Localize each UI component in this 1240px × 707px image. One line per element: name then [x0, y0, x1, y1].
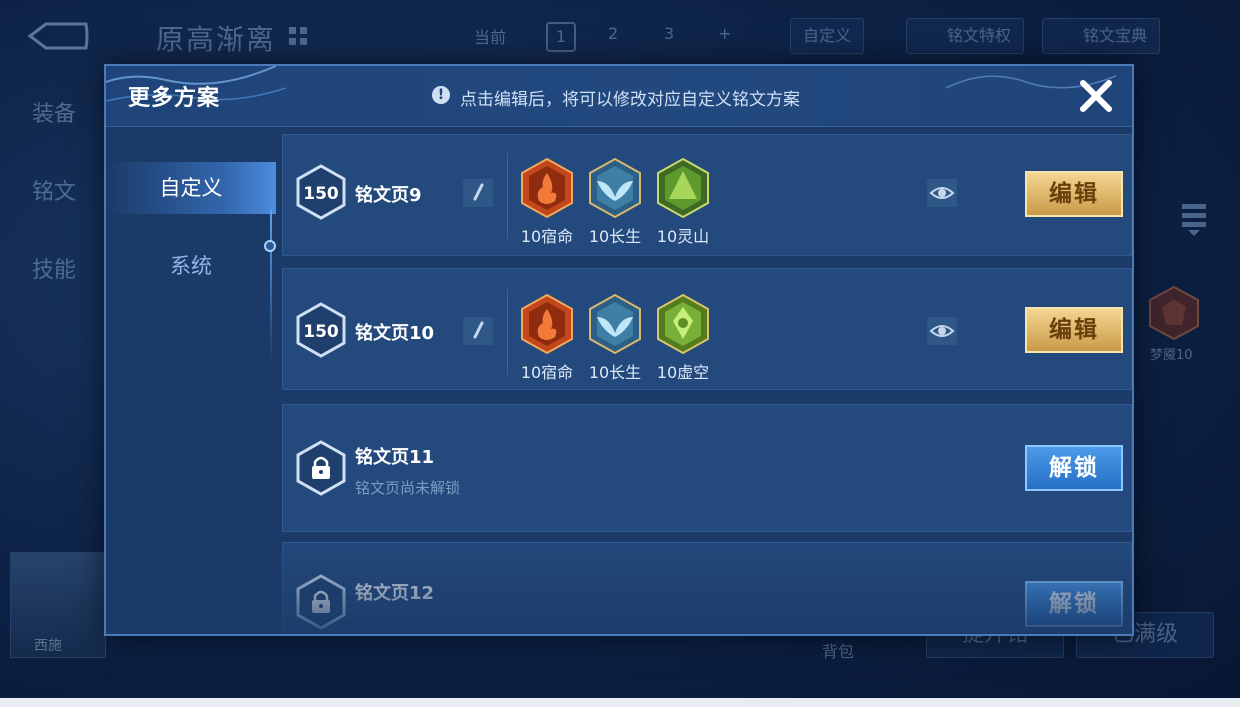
rune-page-name: 铭文页11	[355, 447, 435, 468]
rune-label: 10长生	[588, 227, 642, 246]
tab-page-1[interactable]: 1	[546, 22, 576, 52]
custom-button[interactable]: 自定义	[790, 18, 865, 54]
tab-custom[interactable]: 自定义	[106, 162, 276, 214]
rune-page-list[interactable]: 150 铭文页9 10宿命 10长生 10灵山 编辑 150 铭文页10 10宿…	[282, 134, 1132, 634]
row-divider	[507, 289, 508, 375]
hero-name: 原高渐离	[156, 23, 277, 56]
modal-title: 更多方案	[128, 86, 221, 111]
more-schemes-modal: 更多方案 ! 点击编辑后，将可以修改对应自定义铭文方案 自定义 系统 150 铭…	[104, 64, 1134, 636]
right-rune-label: 梦魇10	[1150, 348, 1193, 363]
tab-system[interactable]: 系统	[106, 240, 276, 292]
rename-button[interactable]	[463, 179, 493, 207]
bag-label[interactable]: 背包	[822, 638, 854, 662]
pencil-icon	[473, 183, 484, 201]
info-icon: !	[432, 86, 450, 104]
stack-icon[interactable]	[1180, 200, 1208, 236]
row-divider	[507, 153, 508, 239]
nav-equipment[interactable]: 装备	[32, 96, 76, 128]
bottom-strip	[0, 698, 1240, 707]
unlock-button[interactable]: 解锁	[1025, 445, 1123, 491]
rune-label: 10虚空	[656, 363, 710, 382]
red-flame-rune-icon	[521, 293, 573, 355]
back-arrow-icon[interactable]	[26, 22, 90, 50]
rune-label: 10宿命	[520, 227, 574, 246]
green-mountain-rune-icon	[657, 157, 709, 219]
top-bar: 原高渐离 当前 1 2 3 + 自定义 铭文特权 铭文宝典	[0, 0, 1240, 70]
rune-page-row: 150 铭文页9 10宿命 10长生 10灵山 编辑	[282, 134, 1132, 256]
modal-header: 更多方案 ! 点击编辑后，将可以修改对应自定义铭文方案	[106, 66, 1132, 127]
blue-wing-rune-icon	[589, 293, 641, 355]
edit-button[interactable]: 编辑	[1025, 307, 1123, 353]
blue-wing-rune-icon	[589, 157, 641, 219]
sidebar-indicator-line	[270, 210, 272, 366]
modal-hint: 点击编辑后，将可以修改对应自定义铭文方案	[460, 90, 800, 110]
rename-button[interactable]	[463, 317, 493, 345]
preview-button[interactable]	[927, 179, 957, 207]
nightmare-rune-icon[interactable]	[1148, 285, 1200, 341]
tab-page-2[interactable]: 2	[608, 24, 618, 43]
privilege-button[interactable]: 铭文特权	[906, 18, 1025, 54]
level-value: 150	[303, 184, 339, 204]
edit-button[interactable]: 编辑	[1025, 171, 1123, 217]
level-hexagon-icon: 150	[296, 164, 346, 220]
rune-page-name: 铭文页10	[355, 323, 435, 344]
green-void-rune-icon	[657, 293, 709, 355]
rune-label: 10灵山	[656, 227, 710, 246]
codex-label: 铭文宝典	[1083, 26, 1148, 45]
close-icon[interactable]	[1074, 74, 1118, 118]
rune-page-name: 铭文页12	[355, 583, 435, 604]
level-value: 150	[303, 322, 339, 342]
sidebar-indicator-dot	[264, 240, 276, 252]
red-flame-rune-icon	[521, 157, 573, 219]
rune-page-row: 150 铭文页10 10宿命 10长生 10虚空 编辑	[282, 268, 1132, 390]
tab-page-3[interactable]: 3	[664, 24, 674, 43]
pencil-icon	[473, 321, 484, 339]
codex-button[interactable]: 铭文宝典	[1042, 18, 1161, 54]
preview-button[interactable]	[927, 317, 957, 345]
grid-icon[interactable]	[288, 26, 308, 46]
privilege-label: 铭文特权	[947, 26, 1012, 45]
avatar-name: 西施	[34, 638, 62, 654]
modal-sidebar: 自定义 系统	[106, 126, 276, 634]
locked-hint: 铭文页尚未解锁	[355, 479, 461, 497]
tab-current[interactable]: 当前	[474, 24, 506, 48]
rune-label: 10宿命	[520, 363, 574, 382]
level-hexagon-icon: 150	[296, 302, 346, 358]
nav-skills[interactable]: 技能	[32, 252, 76, 284]
lock-hexagon-icon	[296, 574, 346, 630]
eye-icon	[929, 187, 955, 199]
nav-runes[interactable]: 铭文	[32, 174, 76, 206]
tab-add-page[interactable]: +	[718, 24, 731, 43]
rune-page-row-locked: 铭文页11 铭文页尚未解锁 解锁	[282, 404, 1132, 532]
rune-label: 10长生	[588, 363, 642, 382]
rune-page-row-locked: 铭文页12 解锁	[282, 542, 1132, 634]
unlock-button[interactable]: 解锁	[1025, 581, 1123, 627]
eye-icon	[929, 325, 955, 337]
rune-page-name: 铭文页9	[355, 185, 422, 206]
lock-hexagon-icon	[296, 440, 346, 496]
